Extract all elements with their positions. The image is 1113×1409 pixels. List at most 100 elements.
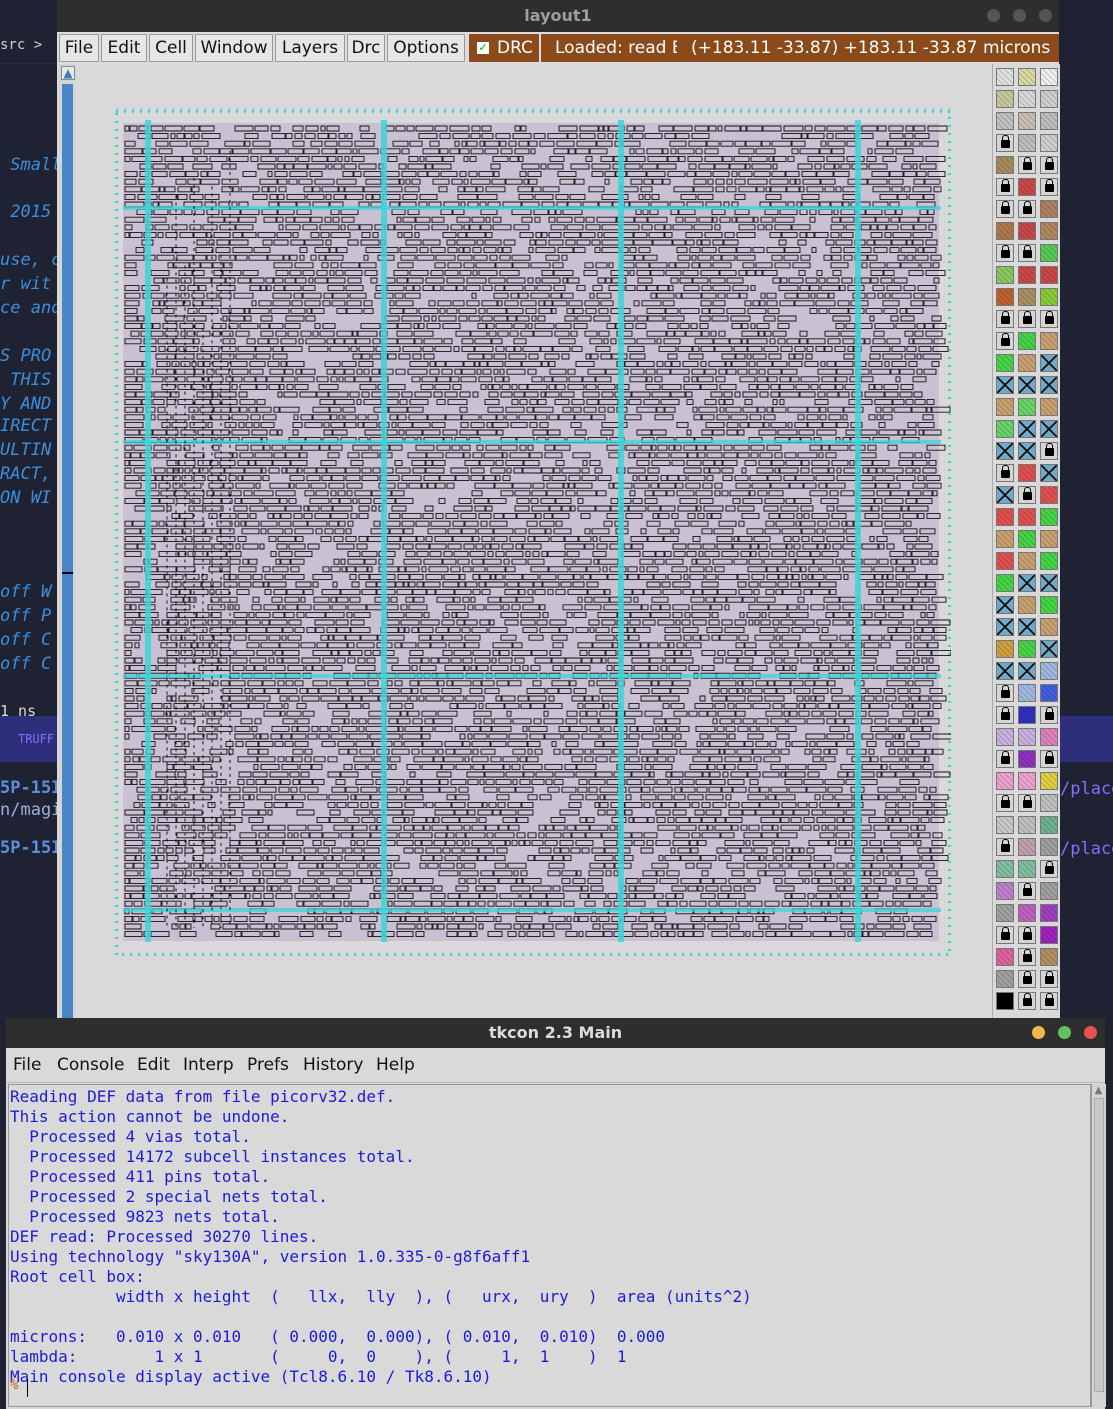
layer-swatch[interactable] [1040, 464, 1058, 482]
layer-swatch[interactable] [1040, 332, 1058, 350]
layer-swatch[interactable] [1040, 948, 1058, 966]
scroll-up-arrow-icon[interactable]: ▲ [61, 66, 75, 80]
layer-swatch[interactable] [1018, 728, 1036, 746]
layer-swatch[interactable] [996, 992, 1014, 1010]
layer-swatch[interactable] [1018, 574, 1036, 592]
layer-swatch[interactable] [996, 750, 1014, 768]
menu-edit[interactable]: Edit [101, 34, 147, 62]
layer-swatch[interactable] [1018, 420, 1036, 438]
close-button[interactable] [1084, 1026, 1097, 1039]
layer-swatch[interactable] [1040, 398, 1058, 416]
layer-swatch[interactable] [1018, 112, 1036, 130]
layer-swatch[interactable] [996, 332, 1014, 350]
maximize-button[interactable] [1058, 1026, 1071, 1039]
layer-swatch[interactable] [1040, 90, 1058, 108]
layer-swatch[interactable] [996, 816, 1014, 834]
layer-swatch[interactable] [996, 244, 1014, 262]
layer-swatch[interactable] [1040, 640, 1058, 658]
tk-menu-interp[interactable]: Interp [183, 1055, 234, 1075]
layer-swatch[interactable] [1018, 310, 1036, 328]
layer-swatch[interactable] [1018, 354, 1036, 372]
tkcon-scrollbar[interactable]: ▲ [1091, 1084, 1106, 1407]
layer-swatch[interactable] [1018, 772, 1036, 790]
layer-swatch[interactable] [1040, 750, 1058, 768]
layer-swatch[interactable] [1040, 618, 1058, 636]
minimize-button[interactable] [1032, 1026, 1045, 1039]
layer-swatch[interactable] [1018, 508, 1036, 526]
layer-swatch[interactable] [1018, 200, 1036, 218]
layer-swatch[interactable] [1018, 684, 1036, 702]
tk-menu-prefs[interactable]: Prefs [247, 1055, 289, 1075]
layer-swatch[interactable] [996, 662, 1014, 680]
layer-swatch[interactable] [1018, 706, 1036, 724]
layer-swatch[interactable] [996, 310, 1014, 328]
layer-swatch[interactable] [996, 926, 1014, 944]
layer-swatch[interactable] [1040, 420, 1058, 438]
layer-swatch[interactable] [1018, 156, 1036, 174]
menu-file[interactable]: File [59, 34, 99, 62]
layer-swatch[interactable] [996, 640, 1014, 658]
layer-swatch[interactable] [1040, 662, 1058, 680]
layer-swatch[interactable] [1018, 618, 1036, 636]
layer-swatch[interactable] [1018, 750, 1036, 768]
layer-swatch[interactable] [1018, 442, 1036, 460]
layer-swatch[interactable] [1040, 134, 1058, 152]
layer-swatch[interactable] [996, 68, 1014, 86]
layer-swatch[interactable] [1018, 882, 1036, 900]
layer-swatch[interactable] [996, 376, 1014, 394]
layer-swatch[interactable] [1040, 904, 1058, 922]
layer-swatch[interactable] [1040, 68, 1058, 86]
layer-swatch[interactable] [1040, 596, 1058, 614]
layer-swatch[interactable] [996, 618, 1014, 636]
layer-swatch[interactable] [1018, 398, 1036, 416]
layer-swatch[interactable] [1040, 178, 1058, 196]
layer-swatch[interactable] [1040, 552, 1058, 570]
layer-swatch[interactable] [996, 90, 1014, 108]
layer-swatch[interactable] [996, 222, 1014, 240]
layer-swatch[interactable] [1040, 992, 1058, 1010]
layer-swatch[interactable] [996, 882, 1014, 900]
layer-swatch[interactable] [1018, 178, 1036, 196]
tk-menu-help[interactable]: Help [376, 1055, 415, 1075]
layer-swatch[interactable] [1040, 376, 1058, 394]
layer-swatch[interactable] [996, 838, 1014, 856]
layer-swatch[interactable] [1040, 574, 1058, 592]
layer-swatch[interactable] [996, 530, 1014, 548]
layer-swatch[interactable] [1018, 816, 1036, 834]
tk-menu-file[interactable]: File [13, 1055, 41, 1075]
tk-menu-history[interactable]: History [303, 1055, 363, 1075]
layer-swatch[interactable] [996, 486, 1014, 504]
layer-swatch[interactable] [996, 288, 1014, 306]
layer-swatch[interactable] [1040, 684, 1058, 702]
maximize-button[interactable] [1013, 9, 1026, 22]
layer-swatch[interactable] [1040, 882, 1058, 900]
layer-swatch[interactable] [1040, 354, 1058, 372]
layer-swatch[interactable] [1018, 266, 1036, 284]
layer-swatch[interactable] [1018, 948, 1036, 966]
menu-layers[interactable]: Layers [275, 34, 345, 62]
menu-drc[interactable]: Drc [347, 34, 385, 62]
vertical-scrollbar[interactable]: ▲ [59, 64, 75, 1020]
minimize-button[interactable] [987, 9, 1000, 22]
menu-cell[interactable]: Cell [149, 34, 193, 62]
layer-swatch[interactable] [1040, 288, 1058, 306]
layer-swatch[interactable] [996, 420, 1014, 438]
layer-swatch[interactable] [996, 728, 1014, 746]
layer-swatch[interactable] [1018, 90, 1036, 108]
tkcon-console[interactable]: Reading DEF data from file picorv32.def.… [8, 1084, 1091, 1407]
layer-swatch[interactable] [996, 552, 1014, 570]
layer-swatch[interactable] [1018, 926, 1036, 944]
layer-swatch[interactable] [1040, 860, 1058, 878]
layout-canvas[interactable] [77, 64, 992, 1020]
layer-swatch[interactable] [996, 574, 1014, 592]
menu-window[interactable]: Window [195, 34, 273, 62]
layer-swatch[interactable] [1018, 838, 1036, 856]
close-button[interactable] [1039, 9, 1052, 22]
menu-options[interactable]: Options [387, 34, 465, 62]
scrollbar-thumb[interactable] [62, 84, 73, 1018]
layer-swatch[interactable] [996, 684, 1014, 702]
drc-toggle[interactable]: ✓ DRC [469, 34, 539, 62]
layer-swatch[interactable] [996, 156, 1014, 174]
layer-swatch[interactable] [1018, 860, 1036, 878]
layer-swatch[interactable] [1040, 310, 1058, 328]
